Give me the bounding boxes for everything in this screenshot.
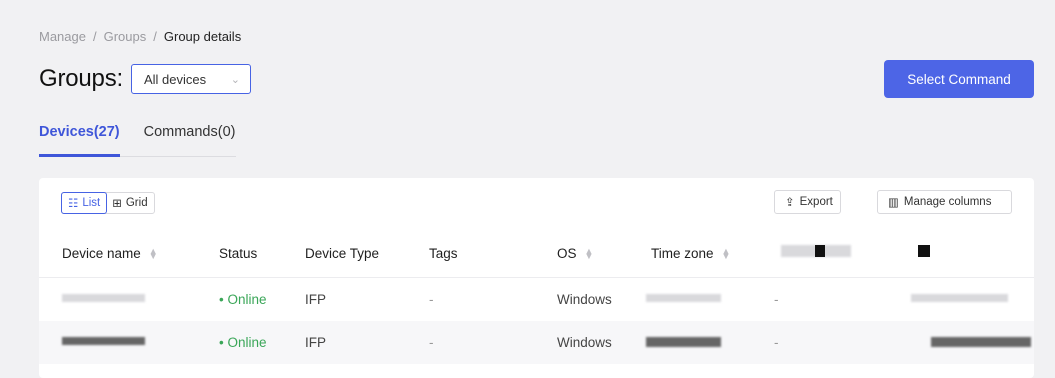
select-command-button[interactable]: Select Command xyxy=(884,60,1034,98)
device-type-header: Device Type xyxy=(305,246,380,261)
obscured-value xyxy=(931,337,1031,347)
table-row[interactable]: • Online IFP - Windows - xyxy=(39,278,1034,321)
status-cell: • Online xyxy=(219,292,267,307)
obscured-time-zone xyxy=(646,337,721,347)
obscured-value xyxy=(911,294,1008,302)
obscured-time-zone xyxy=(646,294,721,302)
obscured-header xyxy=(918,245,930,257)
title-row: Groups: All devices ⌄ xyxy=(39,64,251,94)
os-cell: Windows xyxy=(557,335,612,350)
tags-cell: - xyxy=(429,292,434,307)
view-toggle: ☷ List ⊞ Grid xyxy=(61,192,155,214)
grid-icon: ⊞ xyxy=(112,198,122,210)
obscured-header-mark xyxy=(815,245,825,257)
time-zone-header[interactable]: Time zone ▲ ▼ xyxy=(651,246,730,261)
tab-devices[interactable]: Devices(27) xyxy=(39,120,120,157)
columns-icon: ▥ xyxy=(888,197,899,209)
breadcrumb-current: Group details xyxy=(163,29,242,44)
grid-view-button[interactable]: ⊞ Grid xyxy=(106,193,153,213)
page-title: Groups: xyxy=(39,65,123,92)
obscured-device-name xyxy=(62,294,145,302)
extra-cell: - xyxy=(774,292,779,307)
chevron-down-icon: ⌄ xyxy=(230,73,240,86)
breadcrumb-groups[interactable]: Groups xyxy=(104,29,147,44)
export-button[interactable]: ⇪ Export xyxy=(774,190,841,214)
tab-commands[interactable]: Commands(0) xyxy=(144,120,236,156)
group-select[interactable]: All devices ⌄ xyxy=(130,64,251,94)
obscured-device-name xyxy=(62,337,145,345)
status-cell: • Online xyxy=(219,335,267,350)
tabs: Devices(27) Commands(0) xyxy=(39,120,236,157)
device-name-header[interactable]: Device name ▲ ▼ xyxy=(62,246,158,261)
sort-icon: ▲ ▼ xyxy=(721,245,731,261)
sort-icon: ▲ ▼ xyxy=(584,245,594,261)
tags-header: Tags xyxy=(429,246,458,261)
tags-cell: - xyxy=(429,335,434,350)
manage-columns-button[interactable]: ▥ Manage columns xyxy=(877,190,1012,214)
table-header: Device name ▲ ▼ Status Device Type Tags OS… xyxy=(39,228,1034,278)
group-select-value: All devices xyxy=(143,71,207,87)
device-type-cell: IFP xyxy=(305,292,327,307)
export-icon: ⇪ xyxy=(785,197,795,209)
extra-cell: - xyxy=(774,335,779,350)
sort-icon: ▲ ▼ xyxy=(148,245,158,261)
breadcrumb-manage[interactable]: Manage xyxy=(39,29,86,44)
status-header: Status xyxy=(219,246,258,261)
os-header[interactable]: OS ▲ ▼ xyxy=(557,246,593,261)
device-type-cell: IFP xyxy=(305,335,327,350)
list-view-button[interactable]: ☷ List xyxy=(61,192,108,214)
devices-panel: ☷ List ⊞ Grid ⇪ Export ▥ Manage columns Devi… xyxy=(39,178,1034,378)
list-icon: ☷ xyxy=(68,198,79,210)
breadcrumb: Manage / Groups / Group details xyxy=(39,29,242,44)
os-cell: Windows xyxy=(557,292,612,307)
table-row[interactable]: • Online IFP - Windows - xyxy=(39,321,1034,364)
